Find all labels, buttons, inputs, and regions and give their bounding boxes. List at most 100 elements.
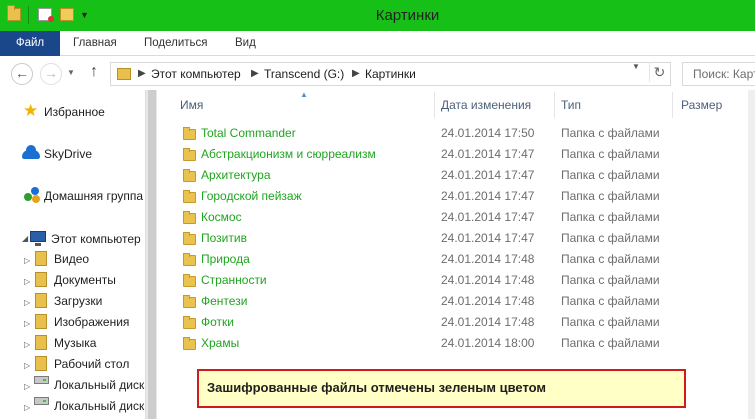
- file-date: 24.01.2014 17:47: [441, 231, 535, 245]
- expand-chevron-right-icon[interactable]: ▷: [24, 382, 30, 391]
- file-name[interactable]: Городской пейзаж: [201, 187, 302, 205]
- file-name[interactable]: Архитектура: [201, 166, 271, 184]
- desktop-icon: [35, 356, 47, 371]
- file-type: Папка с файлами: [561, 336, 660, 350]
- folder-icon: [183, 232, 196, 245]
- tab-share[interactable]: Поделиться: [144, 31, 208, 56]
- file-name[interactable]: Абстракционизм и сюрреализм: [201, 145, 376, 163]
- nav-item-music[interactable]: Музыка: [54, 334, 96, 352]
- expand-chevron-right-icon[interactable]: ▷: [24, 256, 30, 265]
- address-bar[interactable]: ▶ Этот компьютер ▶ Transcend (G:) ▶ Карт…: [110, 62, 671, 86]
- documents-icon: [35, 272, 47, 287]
- file-type: Папка с файлами: [561, 168, 660, 182]
- file-name[interactable]: Странности: [201, 271, 267, 289]
- file-name[interactable]: Позитив: [201, 229, 247, 247]
- folder-icon: [183, 148, 196, 161]
- chevron-right-icon[interactable]: ▶: [352, 63, 360, 85]
- up-arrow-icon[interactable]: ↑: [90, 63, 98, 81]
- file-name[interactable]: Фентези: [201, 292, 247, 310]
- nav-pane-scrollbar[interactable]: [145, 90, 157, 419]
- search-input[interactable]: Поиск: Карт: [682, 62, 755, 86]
- nav-item-this-pc[interactable]: Этот компьютер: [51, 230, 141, 248]
- nav-item-downloads[interactable]: Загрузки: [54, 292, 102, 310]
- file-date: 24.01.2014 17:48: [441, 294, 535, 308]
- folder-icon: [183, 211, 196, 224]
- file-type: Папка с файлами: [561, 315, 660, 329]
- file-name[interactable]: Космос: [201, 208, 242, 226]
- nav-item-desktop[interactable]: Рабочий стол: [54, 355, 129, 373]
- star-icon: ★: [23, 101, 39, 120]
- nav-item-homegroup[interactable]: Домашняя группа: [44, 187, 143, 205]
- file-list-scrollbar[interactable]: [748, 90, 755, 419]
- recent-locations-chevron-down-icon[interactable]: ▼: [67, 68, 75, 77]
- address-history-chevron-down-icon[interactable]: ▼: [632, 62, 640, 71]
- pictures-icon: [35, 314, 47, 329]
- local-disk-icon: [34, 376, 49, 384]
- file-date: 24.01.2014 17:48: [441, 252, 535, 266]
- tab-file[interactable]: Файл: [0, 31, 60, 56]
- column-divider[interactable]: [434, 92, 435, 118]
- homegroup-icon: [24, 187, 40, 203]
- file-type: Папка с файлами: [561, 252, 660, 266]
- expand-chevron-right-icon[interactable]: ▷: [24, 277, 30, 286]
- expand-chevron-right-icon[interactable]: ▷: [24, 298, 30, 307]
- file-type: Папка с файлами: [561, 189, 660, 203]
- scrollbar-thumb[interactable]: [148, 90, 156, 419]
- folder-icon: [183, 316, 196, 329]
- computer-icon: [30, 231, 46, 246]
- column-header-name[interactable]: Имя: [180, 96, 203, 114]
- breadcrumb-drive[interactable]: Transcend (G:): [264, 63, 344, 85]
- downloads-icon: [35, 293, 47, 308]
- title-bar[interactable]: ▼ Картинки: [0, 0, 755, 31]
- file-name[interactable]: Total Commander: [201, 124, 296, 142]
- file-type: Папка с файлами: [561, 294, 660, 308]
- ribbon-tabs: Файл Главная Поделиться Вид: [0, 31, 755, 56]
- file-type: Папка с файлами: [561, 210, 660, 224]
- file-name[interactable]: Храмы: [201, 334, 239, 352]
- column-header-type[interactable]: Тип: [561, 96, 581, 114]
- chevron-right-icon[interactable]: ▶: [251, 63, 259, 85]
- folder-icon: [183, 127, 196, 140]
- tab-home[interactable]: Главная: [73, 31, 117, 56]
- nav-item-videos[interactable]: Видео: [54, 250, 89, 268]
- expand-chevron-right-icon[interactable]: ▷: [24, 319, 30, 328]
- nav-item-documents[interactable]: Документы: [54, 271, 116, 289]
- folder-icon: [183, 337, 196, 350]
- sort-ascending-icon: ▲: [300, 90, 308, 99]
- column-divider[interactable]: [672, 92, 673, 118]
- breadcrumb-this-pc[interactable]: Этот компьютер: [151, 63, 241, 85]
- forward-button[interactable]: →: [40, 63, 62, 85]
- nav-item-favorites[interactable]: Избранное: [44, 103, 105, 121]
- column-header-size[interactable]: Размер: [681, 96, 722, 114]
- skydrive-cloud-icon: [22, 145, 40, 159]
- folder-icon: [183, 253, 196, 266]
- nav-item-skydrive[interactable]: SkyDrive: [44, 145, 92, 163]
- folder-icon: [183, 274, 196, 287]
- navigation-bar: ← → ▼ ↑ ▶ Этот компьютер ▶ Transcend (G:…: [0, 57, 755, 90]
- local-disk-icon: [34, 397, 49, 405]
- back-button[interactable]: ←: [11, 63, 33, 85]
- folder-icon: [117, 68, 131, 80]
- music-icon: [35, 335, 47, 350]
- folder-icon: [183, 295, 196, 308]
- nav-item-local-disk-2[interactable]: Локальный диск: [54, 397, 144, 415]
- file-type: Папка с файлами: [561, 126, 660, 140]
- column-divider[interactable]: [554, 92, 555, 118]
- expand-chevron-right-icon[interactable]: ▷: [24, 340, 30, 349]
- expand-chevron-right-icon[interactable]: ▷: [24, 361, 30, 370]
- file-name[interactable]: Природа: [201, 250, 250, 268]
- expand-chevron-right-icon[interactable]: ▷: [24, 403, 30, 412]
- videos-icon: [35, 251, 47, 266]
- column-header-date[interactable]: Дата изменения: [441, 96, 531, 114]
- collapse-chevron-down-icon[interactable]: ◢: [22, 234, 28, 243]
- file-type: Папка с файлами: [561, 273, 660, 287]
- chevron-right-icon[interactable]: ▶: [138, 63, 146, 85]
- nav-item-local-disk-1[interactable]: Локальный диск: [54, 376, 144, 394]
- file-date: 24.01.2014 17:48: [441, 315, 535, 329]
- tab-view[interactable]: Вид: [235, 31, 256, 56]
- file-date: 24.01.2014 17:47: [441, 168, 535, 182]
- refresh-icon[interactable]: ↻: [649, 62, 669, 82]
- file-name[interactable]: Фотки: [201, 313, 234, 331]
- breadcrumb-current-folder[interactable]: Картинки: [365, 63, 416, 85]
- nav-item-pictures[interactable]: Изображения: [54, 313, 129, 331]
